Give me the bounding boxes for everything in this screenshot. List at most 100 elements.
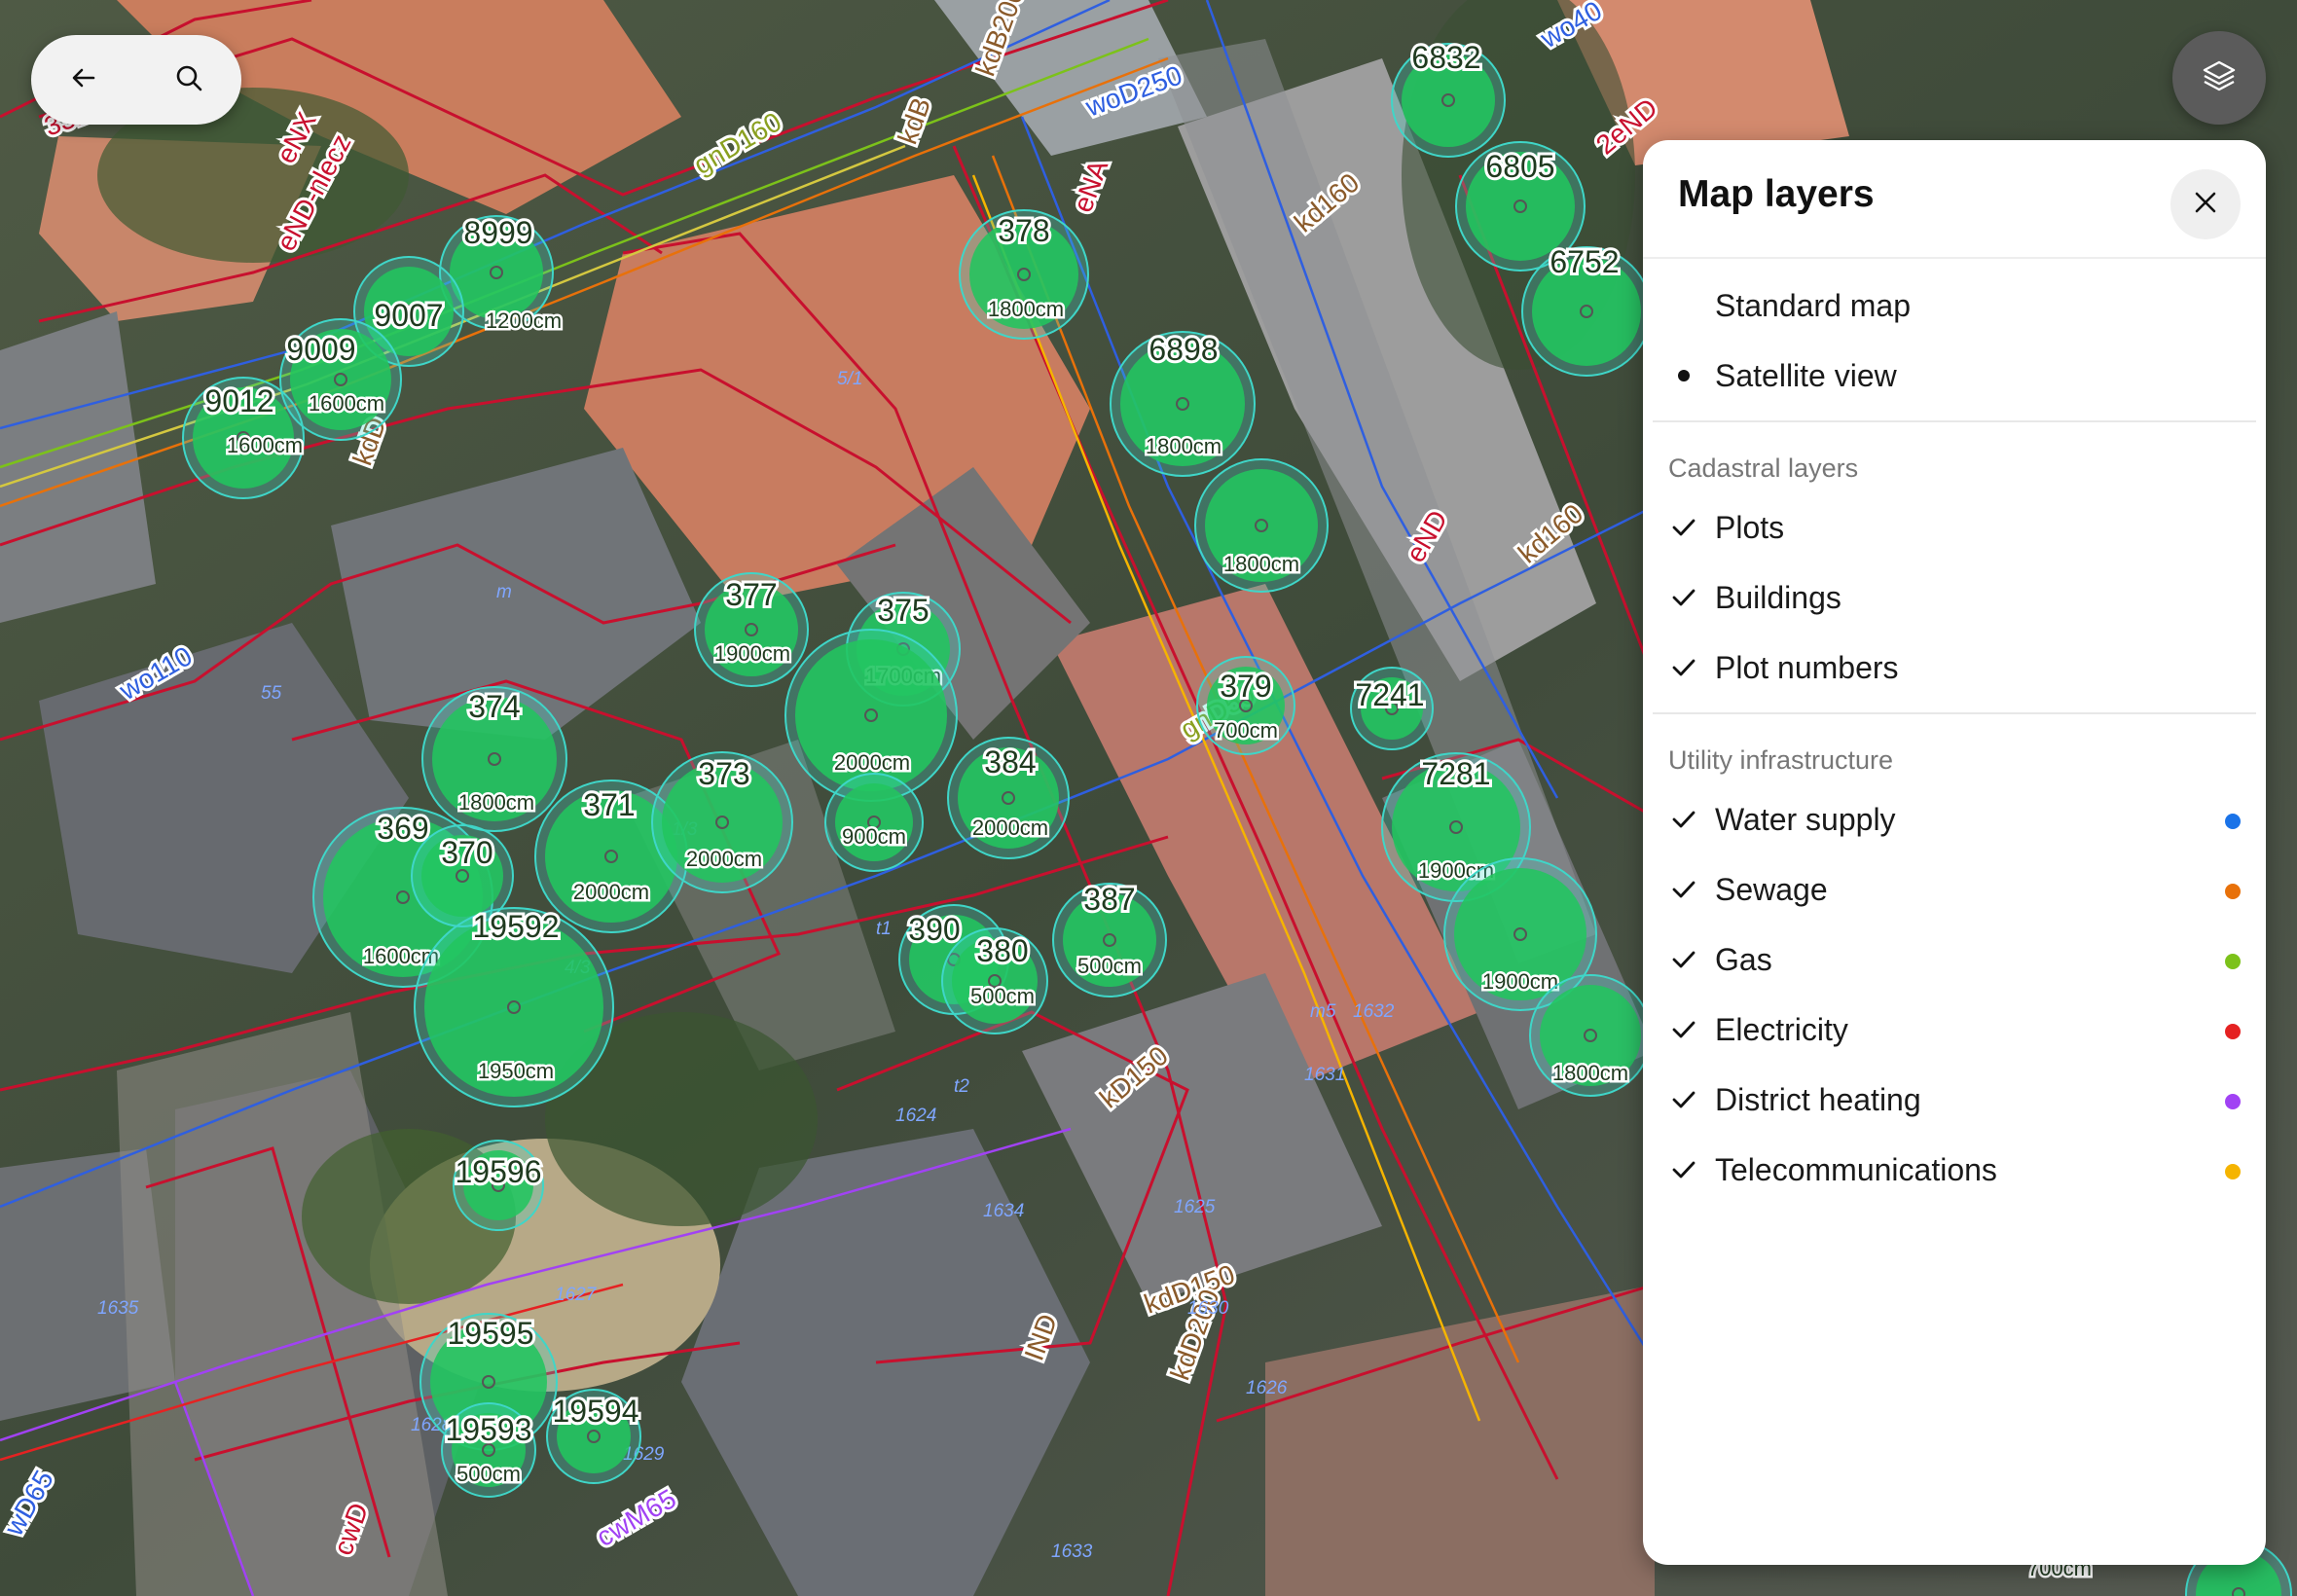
checkmark-icon <box>1666 1152 1701 1187</box>
tree-id-label: 6805 <box>1485 149 1554 184</box>
tree-marker[interactable]: 380 500cm <box>941 927 1048 1034</box>
tree-marker[interactable]: 19596 <box>453 1140 544 1231</box>
tree-id-label: 380 <box>976 933 1028 968</box>
close-button[interactable] <box>2170 169 2241 239</box>
tree-marker[interactable]: 379 700cm <box>1196 656 1295 755</box>
tree-marker[interactable]: 19594 <box>546 1389 641 1484</box>
layer-color-dot <box>2225 1164 2241 1179</box>
tree-size-label: 1900cm <box>714 641 790 666</box>
layer-toggle-plots[interactable]: Plots <box>1643 492 2266 562</box>
utility-layer-list: Water supply Sewage Gas Electricity District… <box>1643 784 2266 1205</box>
tree-id-label: 19596 <box>456 1154 542 1189</box>
base-layer-satellite-view[interactable]: Satellite view <box>1643 341 2266 411</box>
tree-id-label: 9007 <box>374 298 443 333</box>
tree-size-label: 2000cm <box>972 816 1048 840</box>
layer-toggle-plot-numbers[interactable]: Plot numbers <box>1643 633 2266 703</box>
search-button[interactable] <box>152 43 226 117</box>
unselected-marker <box>1666 288 1701 323</box>
tree-marker[interactable]: 377 1900cm <box>694 572 809 687</box>
tree-size-label: 1600cm <box>227 433 303 457</box>
tree-id-label: 19595 <box>448 1316 534 1351</box>
tree-id-label: 384 <box>984 744 1036 780</box>
tree-marker[interactable]: 1800cm <box>1194 458 1329 593</box>
checkmark-icon <box>1666 802 1701 837</box>
tree-size-label: 1200cm <box>486 308 562 333</box>
layer-label: Sewage <box>1715 872 1828 907</box>
tree-id-label: 8999 <box>463 215 532 250</box>
layer-toggle-telecommunications[interactable]: Telecommunications <box>1643 1135 2266 1205</box>
tree-id-label: 19593 <box>446 1412 532 1447</box>
tree-marker[interactable]: 19593 500cm <box>441 1402 536 1498</box>
layer-toggle-electricity[interactable]: Electricity <box>1643 995 2266 1065</box>
cadastral-section-title: Cadastral layers <box>1643 432 2266 492</box>
checkmark-icon <box>1666 650 1701 685</box>
tree-id-label: 377 <box>725 577 777 612</box>
tree-id-label: 373 <box>698 756 749 791</box>
tree-size-label: 500cm <box>1077 954 1142 978</box>
parcel-number-label: m <box>496 582 512 602</box>
parcel-number-label: t2 <box>954 1076 969 1097</box>
tree-id-label: 369 <box>377 811 428 846</box>
checkmark-icon <box>1666 872 1701 907</box>
base-layer-list: Standard map Satellite view <box>1643 259 2266 411</box>
parcel-number-label: 1626 <box>1246 1378 1288 1398</box>
tree-marker[interactable]: 6898 1800cm <box>1110 329 1256 477</box>
layer-toggle-sewage[interactable]: Sewage <box>1643 854 2266 925</box>
layer-toggle-water-supply[interactable]: Water supply <box>1643 784 2266 854</box>
tree-marker[interactable]: 9012 1600cm <box>182 377 306 499</box>
layer-label: Telecommunications <box>1715 1152 1997 1187</box>
layer-toggle-gas[interactable]: Gas <box>1643 925 2266 995</box>
tree-id-label: 19594 <box>553 1394 639 1429</box>
tree-marker[interactable]: 900cm <box>824 773 924 872</box>
arrow-left-icon <box>69 63 98 97</box>
checkmark-icon <box>1666 1012 1701 1047</box>
tree-id-label: 390 <box>908 912 960 947</box>
tree-size-label: 1800cm <box>1146 434 1221 458</box>
tree-marker[interactable]: 19592 1950cm <box>414 906 614 1107</box>
tree-marker[interactable]: 384 2000cm <box>947 737 1070 859</box>
tree-marker[interactable]: 373 2000cm <box>651 751 793 893</box>
layers-button[interactable] <box>2172 31 2266 125</box>
tree-size-label: 2000cm <box>686 847 762 871</box>
tree-id-label: 19592 <box>473 909 560 944</box>
checkmark-icon <box>1666 510 1701 545</box>
divider <box>1653 420 2256 422</box>
utility-section-title: Utility infrastructure <box>1643 724 2266 784</box>
tree-id-label: 378 <box>998 213 1049 248</box>
layer-label: Buildings <box>1715 580 1841 615</box>
parcel-number-label: 1631 <box>1304 1065 1345 1085</box>
tree-id-label: 7281 <box>1421 756 1490 791</box>
base-layer-standard-map[interactable]: Standard map <box>1643 271 2266 341</box>
tree-size-label: 1800cm <box>988 297 1064 321</box>
search-icon <box>173 62 204 98</box>
tree-marker[interactable]: 378 1800cm <box>959 209 1089 340</box>
parcel-number-label: 1632 <box>1353 1001 1395 1022</box>
layer-label: Water supply <box>1715 802 1896 837</box>
tree-id-label: 375 <box>877 593 929 628</box>
section-label: Cadastral layers <box>1668 453 1859 483</box>
layer-label: Plots <box>1715 510 1785 545</box>
layer-label: Gas <box>1715 942 1772 977</box>
tree-size-label: 1800cm <box>1223 552 1299 576</box>
layer-toggle-district-heating[interactable]: District heating <box>1643 1065 2266 1135</box>
tree-size-label: 500cm <box>970 984 1035 1008</box>
tree-marker[interactable]: 387 500cm <box>1052 879 1167 998</box>
tree-id-label: 379 <box>1220 669 1271 704</box>
tree-id-label: 6752 <box>1550 244 1619 279</box>
tree-marker[interactable]: 374 1800cm <box>421 686 567 832</box>
back-button[interactable] <box>47 43 121 117</box>
section-label: Utility infrastructure <box>1668 745 1894 775</box>
layer-toggle-buildings[interactable]: Buildings <box>1643 562 2266 633</box>
tree-marker[interactable]: 7241 <box>1350 667 1434 750</box>
checkmark-icon <box>1666 580 1701 615</box>
layer-color-dot <box>2225 954 2241 969</box>
divider <box>1653 712 2256 714</box>
tree-marker[interactable]: 1800cm <box>1529 974 1652 1097</box>
panel-title: Map layers <box>1678 173 1875 215</box>
close-icon <box>2192 189 2219 221</box>
cadastral-layer-list: Plots Buildings Plot numbers <box>1643 492 2266 703</box>
tree-size-label: 1800cm <box>1552 1061 1628 1085</box>
parcel-number-label: 1630 <box>1187 1298 1229 1319</box>
checkmark-icon <box>1666 942 1701 977</box>
layer-color-dot <box>2225 884 2241 899</box>
